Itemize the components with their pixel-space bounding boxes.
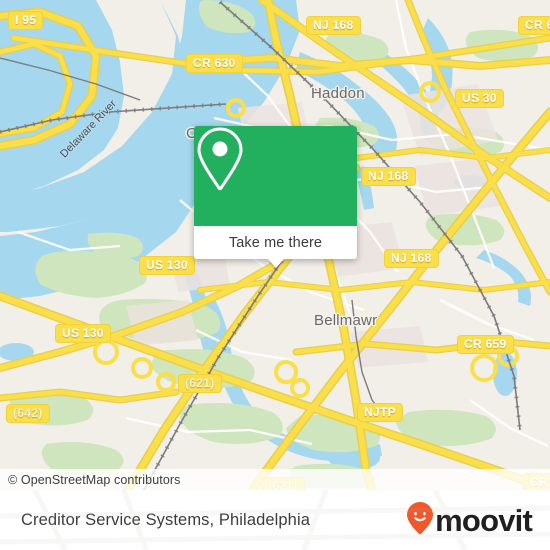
shield-nj-168-lower: NJ 168 xyxy=(384,249,439,268)
shield-642: (642) xyxy=(6,404,50,423)
shield-us-130-lower: US 130 xyxy=(55,324,111,343)
attribution-text[interactable]: © OpenStreetMap contributors xyxy=(0,473,181,487)
shield-njtp: NJTP xyxy=(357,403,403,422)
footer-bar: Creditor Service Systems, Philadelphia m… xyxy=(0,490,550,550)
take-me-there-button[interactable]: Take me there xyxy=(194,226,357,259)
shield-nj-168-mid: NJ 168 xyxy=(361,167,416,186)
shield-i-95: I 95 xyxy=(8,11,44,30)
map-attribution-bar: © OpenStreetMap contributors xyxy=(0,469,550,490)
moovit-pin-smiley-icon xyxy=(406,501,434,540)
shield-cr-659: CR 659 xyxy=(457,335,514,354)
shield-us-130-upper: US 130 xyxy=(139,256,195,275)
shield-cr-630: CR 630 xyxy=(186,54,243,73)
shield-cr-6-topright: CR 6 xyxy=(518,16,550,35)
page-title: Creditor Service Systems, Philadelphia xyxy=(21,510,311,529)
popup-tail xyxy=(267,259,284,268)
map-canvas[interactable]: Haddon Bellmawr C Delaware River I 95 CR… xyxy=(0,0,550,490)
shield-us-30: US 30 xyxy=(455,89,504,108)
location-popup-card[interactable]: Take me there xyxy=(194,126,357,268)
map-screenshot: Haddon Bellmawr C Delaware River I 95 CR… xyxy=(0,0,550,550)
popup-icon-area xyxy=(194,126,357,226)
take-me-there-label: Take me there xyxy=(228,234,323,251)
moovit-wordmark: moovit xyxy=(435,502,533,538)
shield-nj-168-north: NJ 168 xyxy=(306,16,361,35)
shield-621-mid: (621) xyxy=(178,374,222,393)
moovit-brand[interactable]: moovit xyxy=(406,501,550,540)
